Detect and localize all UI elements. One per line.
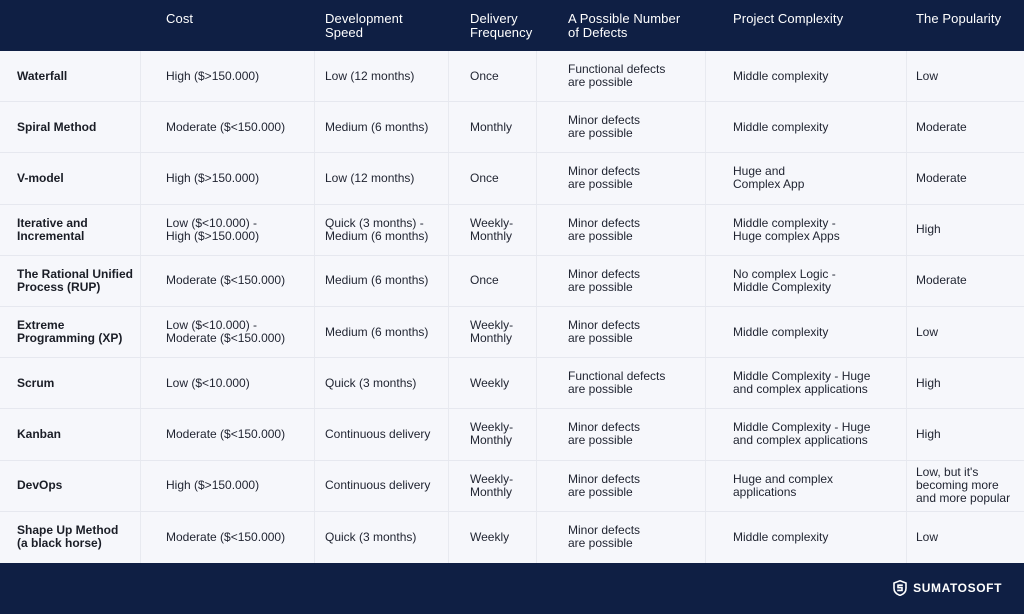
cell-cost: Low ($<10.000): [141, 358, 315, 409]
cell-delivery-frequency: Weekly- Monthly: [449, 306, 537, 358]
cell-method: The Rational Unified Process (RUP): [0, 255, 141, 306]
cell-delivery-frequency: Monthly: [449, 102, 537, 153]
cell-project-complexity: No complex Logic - Middle Complexity: [706, 255, 907, 306]
cell-delivery-frequency: Once: [449, 153, 537, 204]
cell-delivery-frequency: Weekly- Monthly: [449, 409, 537, 460]
cell-popularity: Low: [916, 324, 939, 339]
cell-defects: Minor defects are possible: [537, 409, 706, 460]
cell-project-complexity: Middle Complexity - Huge and complex app…: [706, 358, 907, 409]
cell-method: Shape Up Method (a black horse): [0, 511, 141, 563]
cell-development-speed: Quick (3 months): [315, 511, 449, 563]
cell-popularity: Moderate: [916, 170, 967, 185]
header-cell-popularity: The Popularity: [916, 11, 1002, 26]
table-row: Extreme Programming (XP) Low ($<10.000) -…: [0, 306, 1024, 359]
cell-method: Spiral Method: [0, 102, 141, 153]
cell-cost: Moderate ($<150.000): [141, 255, 315, 306]
cell-method: Iterative and Incremental: [0, 204, 141, 255]
cell-project-complexity: Middle Complexity - Huge and complex app…: [706, 409, 907, 460]
table-row: Waterfall High ($>150.000) Low (12 months)…: [0, 51, 1024, 103]
cell-cost: Low ($<10.000) - High ($>150.000): [141, 204, 315, 255]
cell-method: V-model: [0, 153, 141, 204]
table-row: V-model High ($>150.000) Low (12 months) On…: [0, 153, 1024, 205]
cell-defects: Minor defects are possible: [537, 204, 706, 255]
cell-delivery-frequency: Weekly- Monthly: [449, 460, 537, 511]
table-row: Shape Up Method (a black horse) Moderate …: [0, 511, 1024, 563]
cell-cost: Moderate ($<150.000): [141, 102, 315, 153]
cell-defects: Minor defects are possible: [537, 255, 706, 306]
cell-popularity: Low, but it's becoming more and more pop…: [916, 465, 1011, 506]
header-cell-defects: A Possible Number of Defects: [568, 11, 681, 40]
cell-delivery-frequency: Once: [449, 255, 537, 306]
cell-project-complexity: Huge and Complex App: [706, 153, 907, 204]
table-header: Cost Development Speed Delivery Frequenc…: [0, 0, 1024, 51]
table-row: The Rational Unified Process (RUP) Modera…: [0, 255, 1024, 307]
cell-delivery-frequency: Weekly: [449, 358, 537, 409]
cell-cost: High ($>150.000): [141, 460, 315, 511]
brand-name: SUMATOSOFT: [913, 581, 1002, 595]
table-row: Spiral Method Moderate ($<150.000) Medium …: [0, 102, 1024, 154]
cell-defects: Minor defects are possible: [537, 153, 706, 204]
table-row: Iterative and Incremental Low ($<10.000) …: [0, 204, 1024, 256]
cell-method: Extreme Programming (XP): [0, 306, 141, 358]
cell-defects: Minor defects are possible: [537, 102, 706, 153]
cell-popularity: High: [916, 375, 941, 390]
cell-development-speed: Low (12 months): [315, 51, 449, 102]
header-cell-cost: Cost: [166, 11, 194, 26]
cell-delivery-frequency: Once: [449, 51, 537, 102]
cell-project-complexity: Huge and complex applications: [706, 460, 907, 511]
brand-logo: SUMATOSOFT: [893, 580, 1002, 596]
cell-method: DevOps: [0, 460, 141, 511]
cell-development-speed: Quick (3 months) - Medium (6 months): [315, 204, 449, 255]
cell-cost: Moderate ($<150.000): [141, 409, 315, 460]
cell-development-speed: Continuous delivery: [315, 460, 449, 511]
cell-defects: Minor defects are possible: [537, 306, 706, 358]
cell-project-complexity: Middle complexity: [706, 102, 907, 153]
table-row: DevOps High ($>150.000) Continuous deliver…: [0, 460, 1024, 512]
footer-bar: SUMATOSOFT: [0, 563, 1024, 614]
cell-defects: Functional defects are possible: [537, 51, 706, 102]
cell-development-speed: Quick (3 months): [315, 358, 449, 409]
cell-defects: Minor defects are possible: [537, 460, 706, 511]
cell-popularity: Low: [916, 529, 939, 544]
cell-defects: Functional defects are possible: [537, 358, 706, 409]
header-cell-project-complexity: Project Complexity: [733, 11, 844, 26]
table-body: Waterfall High ($>150.000) Low (12 months)…: [0, 51, 1024, 563]
cell-development-speed: Medium (6 months): [315, 306, 449, 358]
cell-popularity: Moderate: [916, 273, 967, 288]
cell-defects: Minor defects are possible: [537, 511, 706, 563]
table-row: Scrum Low ($<10.000) Quick (3 months) Weekl…: [0, 358, 1024, 410]
header-cell-development-speed: Development Speed: [325, 11, 403, 40]
shield-s-icon: [893, 580, 907, 596]
cell-development-speed: Medium (6 months): [315, 102, 449, 153]
table-row: Kanban Moderate ($<150.000) Continuous del…: [0, 409, 1024, 461]
cell-popularity: Moderate: [916, 119, 967, 134]
cell-popularity: High: [916, 426, 941, 441]
cell-project-complexity: Middle complexity - Huge complex Apps: [706, 204, 907, 255]
cell-project-complexity: Middle complexity: [706, 51, 907, 102]
header-cell-method: [0, 0, 141, 51]
cell-development-speed: Low (12 months): [315, 153, 449, 204]
cell-development-speed: Medium (6 months): [315, 255, 449, 306]
cell-project-complexity: Middle complexity: [706, 306, 907, 358]
cell-cost: Moderate ($<150.000): [141, 511, 315, 563]
cell-delivery-frequency: Weekly- Monthly: [449, 204, 537, 255]
cell-delivery-frequency: Weekly: [449, 511, 537, 563]
header-cell-delivery-frequency: Delivery Frequency: [470, 11, 533, 40]
cell-method: Scrum: [0, 358, 141, 409]
cell-cost: High ($>150.000): [141, 153, 315, 204]
cell-project-complexity: Middle complexity: [706, 511, 907, 563]
cell-method: Kanban: [0, 409, 141, 460]
cell-cost: Low ($<10.000) - Moderate ($<150.000): [141, 306, 315, 358]
cell-popularity: High: [916, 222, 941, 237]
cell-cost: High ($>150.000): [141, 51, 315, 102]
cell-development-speed: Continuous delivery: [315, 409, 449, 460]
cell-popularity: Low: [916, 68, 939, 83]
comparison-table: Cost Development Speed Delivery Frequenc…: [0, 0, 1024, 563]
cell-method: Waterfall: [0, 51, 141, 102]
